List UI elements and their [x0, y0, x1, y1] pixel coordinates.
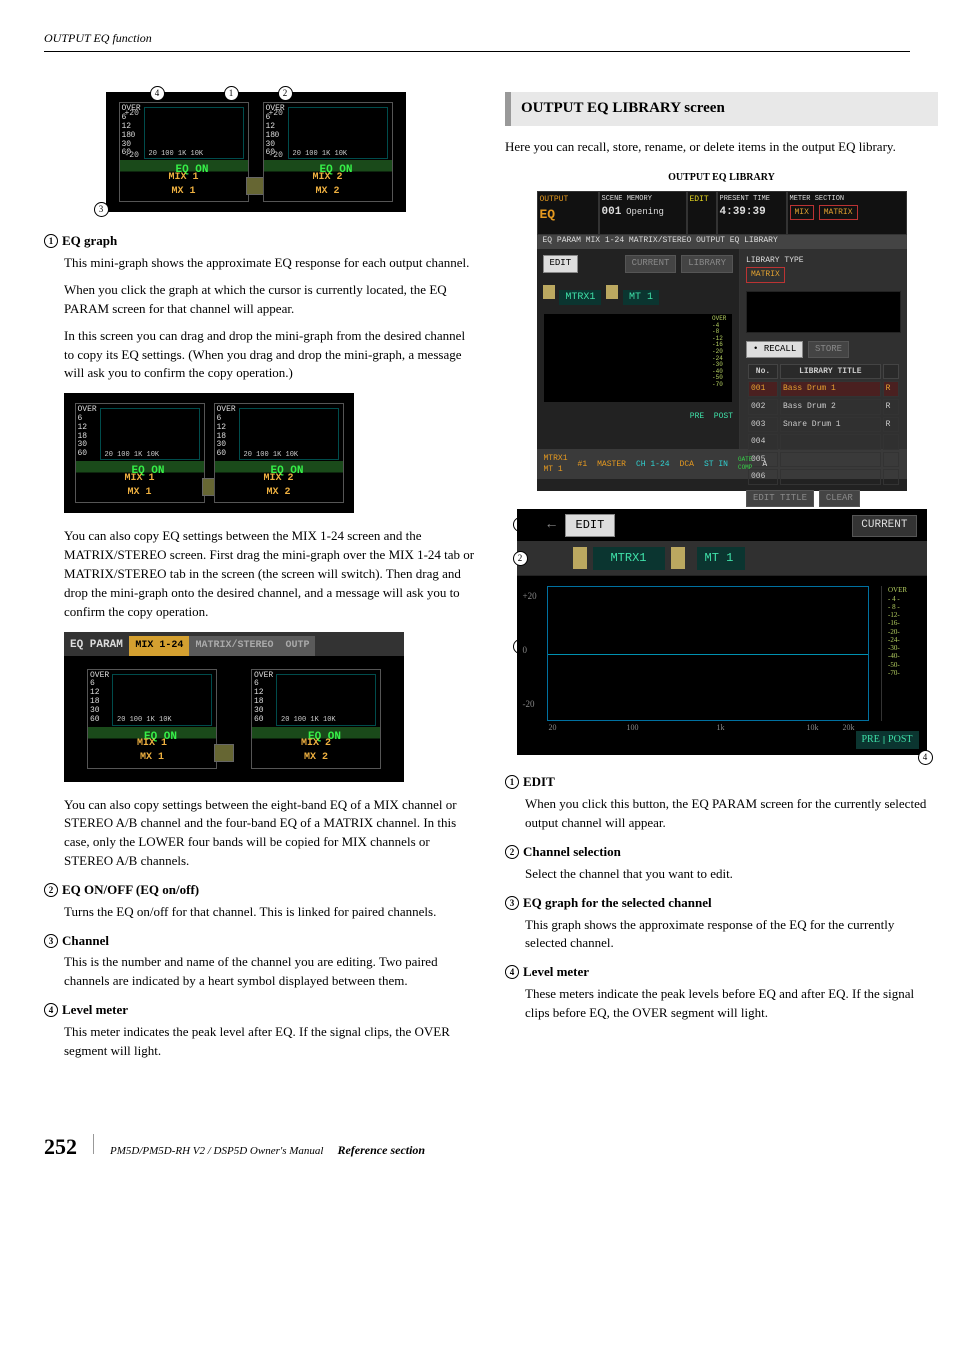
library-screenshot: OUTPUT EQ SCENE MEMORY 001 Opening EDIT …	[537, 191, 907, 491]
r-item-4-heading: 4Level meter	[505, 963, 938, 982]
r-item-3-heading: 3EQ graph for the selected channel	[505, 894, 938, 913]
left-column: 4 1 2 3 OVER612183060 +20 0 -20 20 100 1…	[44, 92, 477, 1070]
r-item-3-para: This graph shows the approximate respons…	[525, 916, 938, 954]
item-2-heading: 2EQ ON/OFF (EQ on/off)	[44, 881, 477, 900]
r-item-1-para: When you click this button, the EQ PARAM…	[525, 795, 938, 833]
channel-sub: MT 1	[623, 290, 659, 305]
item-4-para: This meter indicates the peak level afte…	[64, 1023, 477, 1061]
page-footer: 252 PM5D/PM5D-RH V2 / DSP5D Owner's Manu…	[44, 1131, 910, 1163]
footer-model: PM5D/PM5D-RH V2 / DSP5D Owner's Manual	[110, 1144, 323, 1160]
tab-matrix: MATRIX/STEREO	[189, 636, 279, 657]
eq-graph: +20 0 -20 20 100 1K 10K	[144, 107, 244, 159]
edit-button: EDIT	[565, 514, 616, 537]
eq-tabs-figure: EQ PARAM MIX 1-24MATRIX/STEREOOUTP OVER6…	[64, 632, 404, 782]
channel-select-sub: MT 1	[697, 547, 745, 570]
callout-1: 1	[224, 86, 239, 101]
item-4-heading: 4Level meter	[44, 1001, 477, 1020]
callout-3: 3	[94, 202, 109, 217]
callout-4: 4	[150, 86, 165, 101]
level-meter: OVER- 4 -- 8 --12--16--20--24--30--40--5…	[881, 586, 911, 721]
callout-2: 2	[513, 551, 528, 566]
item-3-heading: 3Channel	[44, 932, 477, 951]
r-item-2-para: Select the channel that you want to edit…	[525, 865, 938, 884]
item-3-para: This is the number and name of the chann…	[64, 953, 477, 991]
item-1-para-3: In this screen you can drag and drop the…	[64, 327, 477, 384]
channel-main: MTRX1	[559, 290, 601, 305]
channel-increment	[671, 547, 685, 569]
r-item-1-heading: 1EDIT	[505, 773, 938, 792]
breadcrumb-tabs: EQ PARAM MIX 1-24 MATRIX/STEREO OUTPUT E…	[537, 235, 907, 249]
page-number: 252	[44, 1131, 77, 1163]
section-title: OUTPUT EQ LIBRARY screen	[505, 92, 938, 126]
running-head: OUTPUT EQ function	[44, 30, 910, 52]
eq-mini-figure-2: OVER612183060 20 100 1K 10K EQ ON MIX 1 …	[64, 393, 354, 513]
r-item-2-heading: 2Channel selection	[505, 843, 938, 862]
selected-eq-graph	[547, 586, 869, 721]
para-after-fig3: You can also copy settings between the e…	[64, 796, 477, 871]
library-caption: OUTPUT EQ LIBRARY	[505, 171, 938, 186]
arrow-left-icon: ←	[545, 515, 559, 535]
tab-label-eqparam: EQ PARAM	[70, 639, 123, 651]
channel-label-mx: MX 1	[120, 185, 248, 200]
current-indicator: CURRENT	[852, 515, 916, 537]
item-1-para-1: This mini-graph shows the approximate EQ…	[64, 254, 477, 273]
footer-section: Reference section	[337, 1142, 425, 1159]
right-column: OUTPUT EQ LIBRARY screen Here you can re…	[505, 92, 938, 1070]
section-intro: Here you can recall, store, rename, or d…	[505, 138, 938, 157]
library-detail-figure: 1 2 3 ← EDIT CURRENT MTRX1 MT 1 +20 0 -2…	[517, 509, 927, 755]
tab-mix: MIX 1-24	[129, 636, 189, 657]
tab-outp: OUTP	[279, 636, 315, 657]
para-after-fig2: You can also copy EQ settings between th…	[64, 527, 477, 621]
eq-mini-figure-1: OVER612183060 +20 0 -20 20 100 1K 10K EQ…	[106, 92, 406, 212]
item-1-heading: 1EQ graph	[44, 232, 477, 251]
item-2-para: Turns the EQ on/off for that channel. Th…	[64, 903, 477, 922]
recall-button: • RECALL	[746, 341, 803, 358]
channel-decrement	[573, 547, 587, 569]
item-1-para-2: When you click the graph at which the cu…	[64, 281, 477, 319]
channel-label-mix: MIX 1	[120, 171, 248, 186]
callout-2: 2	[278, 86, 293, 101]
callout-4: 4	[918, 750, 933, 765]
r-item-4-para: These meters indicate the peak levels be…	[525, 985, 938, 1023]
channel-select-main: MTRX1	[593, 547, 665, 570]
store-button: STORE	[808, 341, 849, 358]
library-eq-graph	[746, 291, 901, 333]
edit-button: EDIT	[543, 255, 579, 272]
current-eq-graph: OVER-4-8-12-16-20-24-30-40-50-70	[543, 313, 734, 403]
